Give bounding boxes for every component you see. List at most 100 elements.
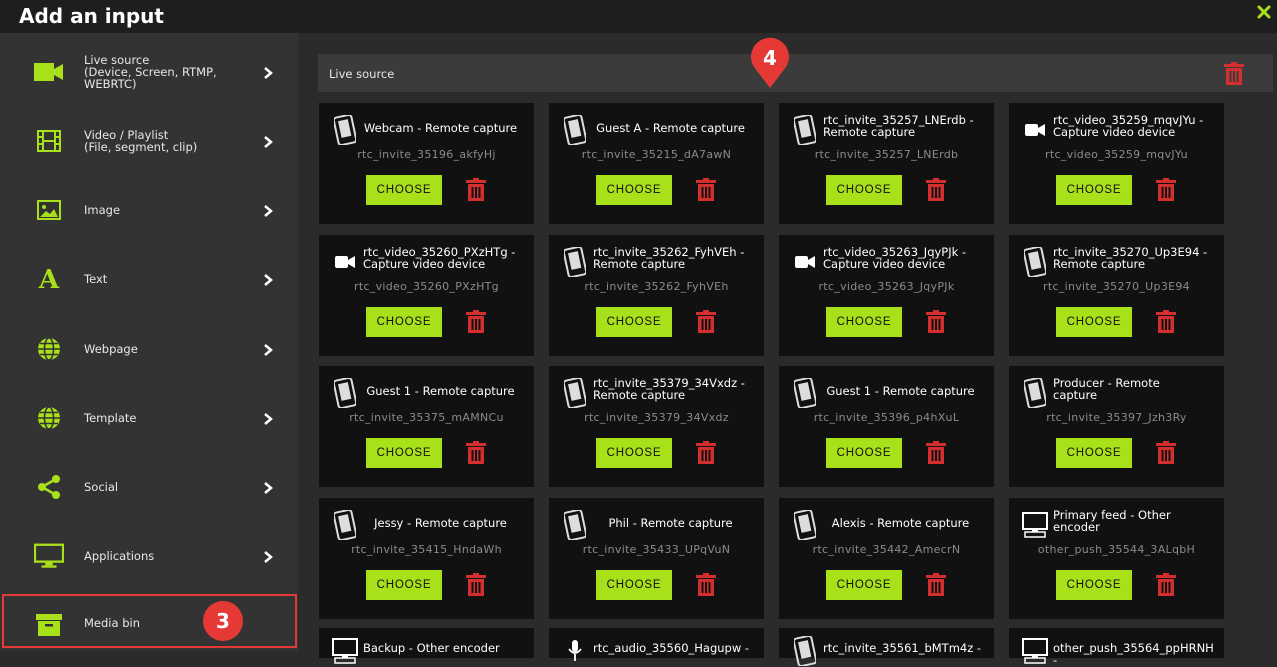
card-title: Jessy - Remote capture [374, 516, 507, 530]
video-camera-icon [331, 247, 359, 277]
delete-icon[interactable] [465, 441, 487, 469]
globe-icon [34, 334, 64, 364]
close-icon[interactable] [1257, 5, 1271, 19]
card-id: rtc_invite_35196_akfyHj [357, 148, 496, 161]
section-header: Live source [318, 54, 1273, 92]
input-card: Producer - Remote capture rtc_invite_3539… [1009, 366, 1224, 487]
choose-button[interactable]: CHOOSE [596, 175, 672, 205]
choose-button[interactable]: CHOOSE [366, 175, 442, 205]
phone-icon [1021, 247, 1049, 277]
delete-icon[interactable] [695, 441, 717, 469]
section-label: Live source [329, 67, 395, 81]
card-title: rtc_invite_35257_LNErdb - Remote capture [823, 113, 974, 139]
delete-icon[interactable] [695, 310, 717, 338]
computer-icon [1021, 636, 1049, 666]
card-id: rtc_video_35263_JqyPJk [818, 280, 955, 293]
trash-all-icon[interactable] [1223, 62, 1245, 86]
share-icon [34, 472, 64, 502]
choose-button[interactable]: CHOOSE [1056, 175, 1132, 205]
card-id: rtc_video_35260_PXzHTg [354, 280, 499, 293]
choose-button[interactable]: CHOOSE [366, 438, 442, 468]
sidebar-item-webpage[interactable]: Webpage [0, 315, 298, 383]
card-title: Primary feed - Other encoder [1053, 508, 1171, 534]
sidebar-item-video-playlist[interactable]: Video / Playlist (File, segment, clip) [0, 107, 298, 175]
input-card: rtc_invite_35262_FyhVEh - Remote capture… [549, 235, 764, 356]
card-title: Guest A - Remote capture [596, 121, 745, 135]
card-title: rtc_invite_35270_Up3E94 - Remote capture [1053, 245, 1208, 271]
sidebar-item-text[interactable]: A Text [0, 245, 298, 313]
sidebar-item-label: Video / Playlist (File, segment, clip) [84, 128, 198, 154]
image-icon [34, 195, 64, 225]
card-id: rtc_invite_35257_LNErdb [814, 148, 959, 161]
title-bar: Add an input [0, 0, 1277, 33]
sidebar-item-live-source[interactable]: Live source (Device, Screen, RTMP, WEBRT… [0, 38, 298, 106]
chevron-right-icon [262, 342, 274, 356]
delete-icon[interactable] [695, 573, 717, 601]
card-id: rtc_invite_35397_Jzh3Ry [1046, 411, 1187, 424]
choose-button[interactable]: CHOOSE [1056, 438, 1132, 468]
phone-icon [561, 247, 589, 277]
delete-icon[interactable] [925, 310, 947, 338]
media-bin-highlight [2, 594, 297, 648]
choose-button[interactable]: CHOOSE [366, 307, 442, 337]
chevron-right-icon [262, 549, 274, 563]
card-title: Phil - Remote capture [608, 516, 733, 530]
delete-icon[interactable] [1155, 573, 1177, 601]
choose-button[interactable]: CHOOSE [826, 438, 902, 468]
card-title: Guest 1 - Remote capture [826, 384, 975, 398]
delete-icon[interactable] [1155, 310, 1177, 338]
card-id: rtc_invite_35215_dA7awN [581, 148, 732, 161]
sidebar-item-label: Image [84, 203, 121, 217]
choose-button[interactable]: CHOOSE [596, 307, 672, 337]
card-title: Backup - Other encoder [363, 641, 500, 655]
choose-button[interactable]: CHOOSE [366, 570, 442, 600]
choose-button[interactable]: CHOOSE [826, 307, 902, 337]
input-card: rtc_video_35263_JqyPJk - Capture video d… [779, 235, 994, 356]
card-title: Alexis - Remote capture [831, 516, 970, 530]
delete-icon[interactable] [1155, 178, 1177, 206]
sidebar-item-template[interactable]: Template [0, 384, 298, 452]
card-title: rtc_audio_35560_Hagupw - [593, 641, 750, 655]
card-title: rtc_invite_35561_bMTm4z - [823, 641, 982, 655]
delete-icon[interactable] [465, 310, 487, 338]
phone-icon [791, 636, 819, 666]
card-id: other_push_35544_3ALqbH [1037, 543, 1196, 556]
card-title: rtc_video_35263_JqyPJk - Capture video d… [823, 245, 967, 271]
delete-icon[interactable] [1155, 441, 1177, 469]
delete-icon[interactable] [925, 178, 947, 206]
input-card: Guest 1 - Remote capture rtc_invite_35396… [779, 366, 994, 487]
computer-icon [331, 636, 359, 666]
input-card: rtc_invite_35561_bMTm4z - [779, 628, 994, 666]
delete-icon[interactable] [465, 178, 487, 206]
choose-button[interactable]: CHOOSE [596, 570, 672, 600]
dialog-title: Add an input [19, 4, 164, 28]
input-card: Guest A - Remote capture rtc_invite_35215… [549, 103, 764, 224]
choose-button[interactable]: CHOOSE [826, 570, 902, 600]
card-title: rtc_video_35259_mqvJYu - Capture video d… [1053, 113, 1204, 139]
sidebar-item-label: Webpage [84, 342, 138, 356]
chevron-right-icon [262, 65, 274, 79]
input-card: Phil - Remote capture rtc_invite_35433_UP… [549, 498, 764, 619]
sidebar-item-applications[interactable]: Applications [0, 522, 298, 590]
choose-button[interactable]: CHOOSE [826, 175, 902, 205]
input-card: Alexis - Remote capture rtc_invite_35442_… [779, 498, 994, 619]
delete-icon[interactable] [925, 441, 947, 469]
svg-text:A: A [38, 266, 60, 292]
chevron-right-icon [262, 411, 274, 425]
card-id: rtc_invite_35442_AmecrN [812, 543, 961, 556]
input-card: rtc_audio_35560_Hagupw - [549, 628, 764, 661]
input-card: Guest 1 - Remote capture rtc_invite_35375… [319, 366, 534, 487]
sidebar-item-image[interactable]: Image [0, 176, 298, 244]
sidebar-item-social[interactable]: Social [0, 453, 298, 521]
video-camera-icon [791, 247, 819, 277]
choose-button[interactable]: CHOOSE [1056, 307, 1132, 337]
card-id: rtc_invite_35375_mAMNCu [349, 411, 504, 424]
delete-icon[interactable] [465, 573, 487, 601]
sidebar-item-label: Applications [84, 549, 155, 563]
choose-button[interactable]: CHOOSE [596, 438, 672, 468]
input-card: rtc_video_35259_mqvJYu - Capture video d… [1009, 103, 1224, 224]
camera-icon [34, 57, 64, 87]
delete-icon[interactable] [695, 178, 717, 206]
delete-icon[interactable] [925, 573, 947, 601]
choose-button[interactable]: CHOOSE [1056, 570, 1132, 600]
